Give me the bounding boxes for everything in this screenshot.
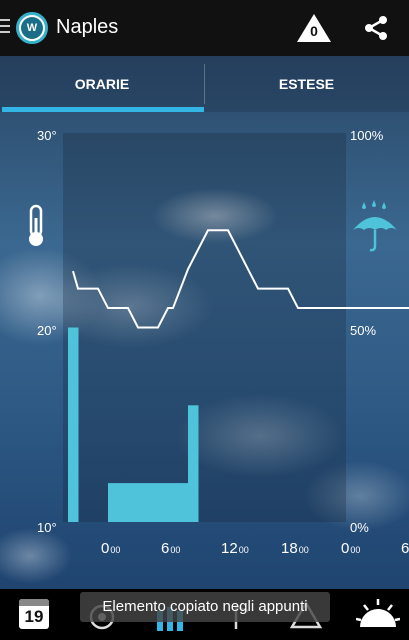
precip-bar-1 <box>108 483 179 522</box>
x-tick-label: 1200 <box>221 540 249 557</box>
x-tick-label: 600 <box>401 540 409 557</box>
precip-bar-3 <box>188 405 199 522</box>
x-tick-label: 1800 <box>281 540 309 557</box>
calendar-day: 19 <box>24 607 44 626</box>
temperature-line <box>72 229 409 329</box>
toast-message: Elemento copiato negli appunti <box>80 592 330 622</box>
x-tick-label: 000 <box>101 540 121 557</box>
sun-icon[interactable] <box>356 597 400 633</box>
precip-bar-2 <box>178 483 189 522</box>
precip-bar-0 <box>68 327 79 522</box>
x-tick-label: 000 <box>341 540 361 557</box>
x-tick-label: 600 <box>161 540 181 557</box>
calendar-icon[interactable]: 19 <box>17 597 53 633</box>
